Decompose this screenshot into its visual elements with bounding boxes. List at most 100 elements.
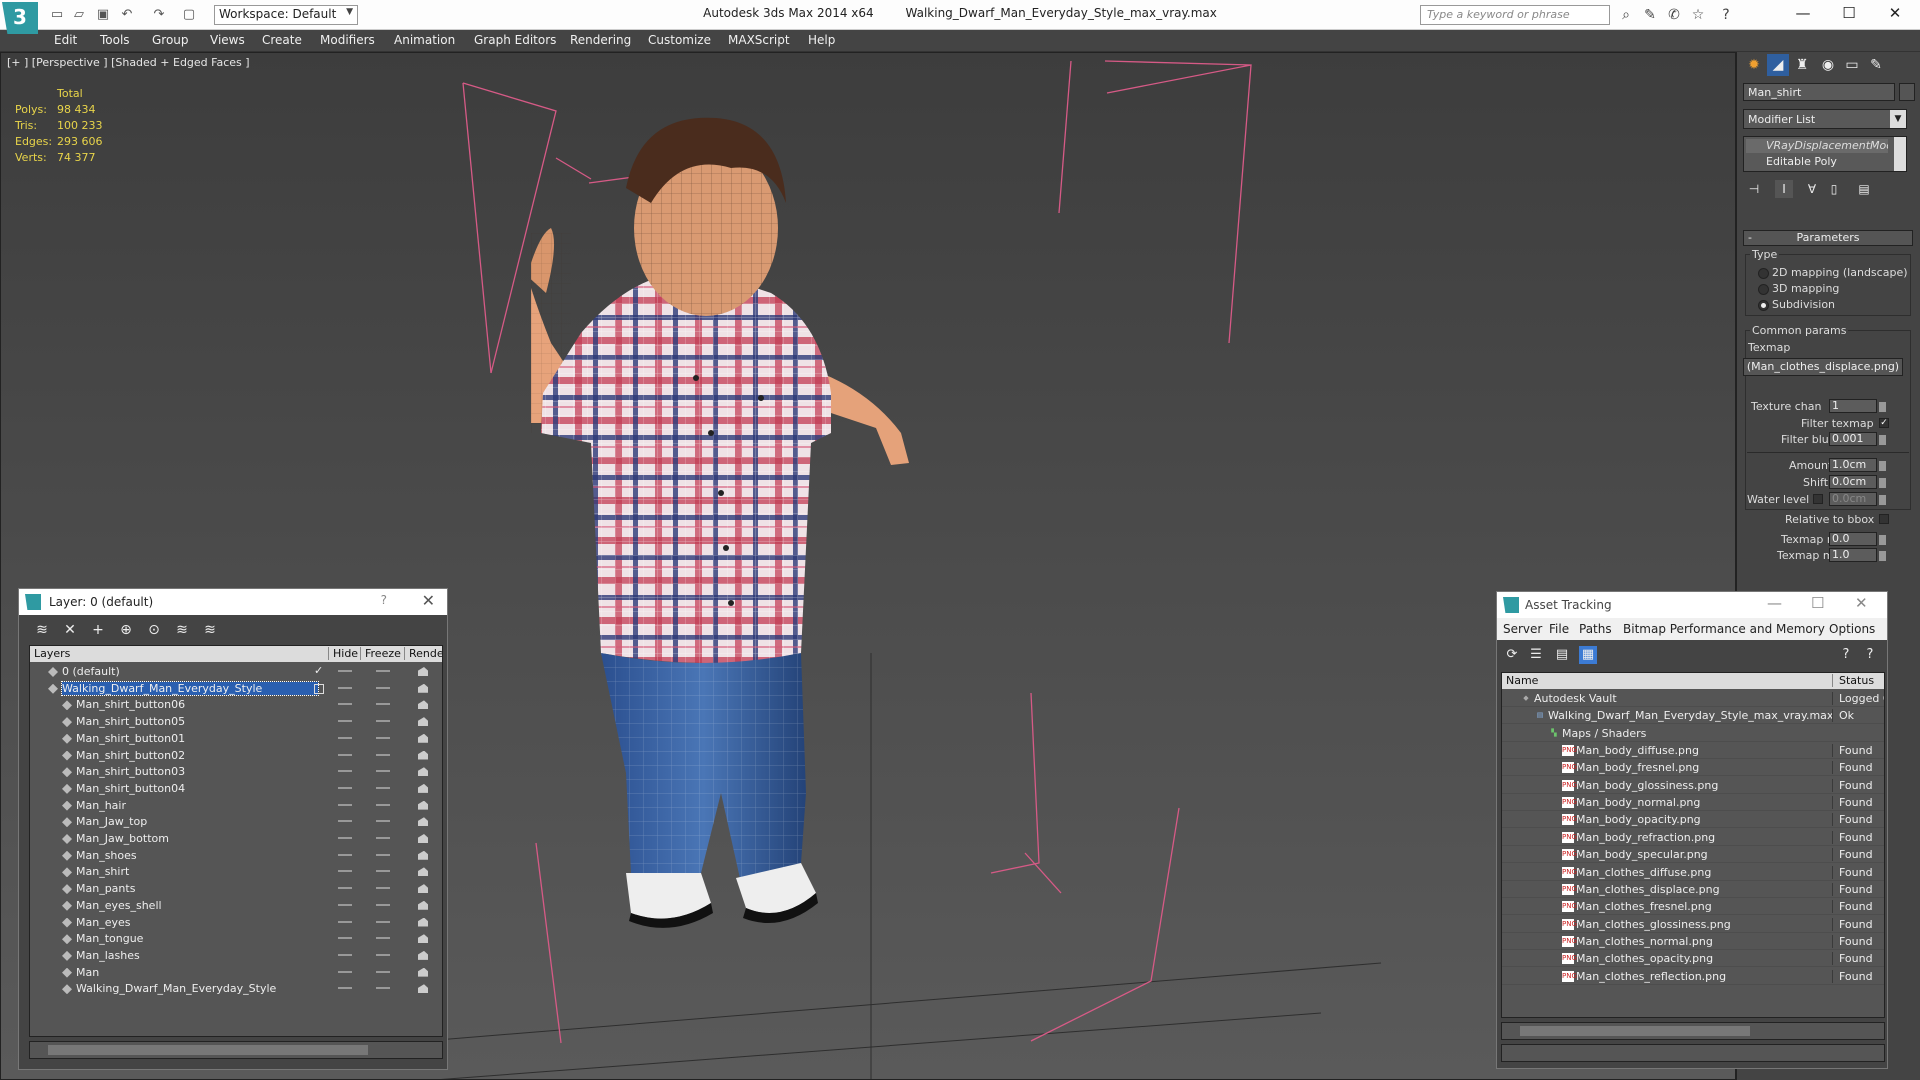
freeze-toggle[interactable] bbox=[376, 937, 390, 940]
radio-subdivision[interactable]: Subdivision bbox=[1758, 298, 1835, 311]
asset-row[interactable]: PNG Man_body_refraction.png Found bbox=[1502, 829, 1884, 846]
hide-toggle[interactable] bbox=[338, 770, 352, 773]
scroll-thumb[interactable] bbox=[48, 1045, 368, 1055]
freeze-toggle[interactable] bbox=[376, 887, 390, 890]
remove-modifier-icon[interactable]: ▯ bbox=[1825, 180, 1843, 198]
filter-blur-spinner[interactable]: 0.001 bbox=[1829, 432, 1886, 446]
freeze-toggle[interactable] bbox=[376, 837, 390, 839]
subscription-icon[interactable]: ✎ bbox=[1640, 5, 1660, 25]
menu-help[interactable]: Help bbox=[808, 33, 835, 47]
hide-toggle[interactable] bbox=[338, 903, 352, 906]
layer-name[interactable]: Man_shirt_button01 bbox=[76, 732, 185, 745]
layer-name[interactable]: Man_Jaw_bottom bbox=[76, 832, 169, 845]
layer-row[interactable]: Man_eyes bbox=[30, 915, 442, 931]
stack-scrollbar[interactable] bbox=[1894, 137, 1906, 171]
asset-row[interactable]: PNG Man_clothes_fresnel.png Found bbox=[1502, 898, 1884, 916]
layer-row[interactable]: Man_hair bbox=[30, 798, 442, 814]
parameters-rollout-header[interactable]: - Parameters bbox=[1743, 230, 1913, 246]
asset-row[interactable]: PNG Man_clothes_glossiness.png Found bbox=[1502, 916, 1884, 933]
hide-all-icon[interactable]: ≋ bbox=[173, 621, 191, 639]
hide-toggle[interactable] bbox=[338, 837, 352, 839]
column-freeze[interactable]: Freeze bbox=[360, 647, 401, 660]
freeze-toggle[interactable] bbox=[376, 987, 390, 990]
create-tab-icon[interactable]: ✹ bbox=[1743, 54, 1765, 76]
menu-views[interactable]: Views bbox=[210, 33, 245, 47]
render-teapot-icon[interactable] bbox=[418, 950, 428, 960]
layer-row[interactable]: Man_shirt_button01 bbox=[30, 731, 442, 747]
render-teapot-icon[interactable] bbox=[418, 884, 428, 894]
menu-customize[interactable]: Customize bbox=[648, 33, 711, 47]
render-teapot-icon[interactable] bbox=[418, 917, 428, 927]
motion-tab-icon[interactable]: ◉ bbox=[1817, 54, 1839, 76]
stack-item-editable-poly[interactable]: Editable Poly bbox=[1746, 155, 1837, 168]
render-teapot-icon[interactable] bbox=[418, 750, 428, 760]
asset-row[interactable]: ◆ Autodesk Vault Logged O bbox=[1502, 690, 1884, 707]
freeze-toggle[interactable] bbox=[376, 920, 390, 923]
column-hide[interactable]: Hide bbox=[328, 647, 358, 660]
render-teapot-icon[interactable] bbox=[418, 934, 428, 944]
menu-edit[interactable]: Edit bbox=[54, 33, 77, 47]
water-level-checkbox[interactable] bbox=[1813, 494, 1823, 504]
layer-row[interactable]: Man_lashes bbox=[30, 948, 442, 964]
radio-3d-mapping[interactable]: 3D mapping bbox=[1758, 282, 1839, 295]
column-layers[interactable]: Layers bbox=[34, 647, 70, 660]
texmap-max-spinner[interactable]: 1.0 bbox=[1829, 548, 1886, 562]
hierarchy-tab-icon[interactable]: ♜ bbox=[1791, 54, 1813, 76]
asset-row[interactable]: PNG Man_body_diffuse.png Found bbox=[1502, 742, 1884, 760]
asset-row[interactable]: PNG Man_body_glossiness.png Found bbox=[1502, 777, 1884, 794]
layer-row[interactable]: Man_Jaw_top bbox=[30, 814, 442, 830]
help-icon[interactable]: ? bbox=[1837, 646, 1855, 664]
asset-row[interactable]: PNG Man_body_opacity.png Found bbox=[1502, 811, 1884, 829]
asset-row[interactable]: ▚ Maps / Shaders bbox=[1502, 725, 1884, 742]
menu-rendering[interactable]: Rendering bbox=[570, 33, 631, 47]
menu-tools[interactable]: Tools bbox=[100, 33, 130, 47]
horizontal-scrollbar[interactable] bbox=[29, 1041, 443, 1059]
amount-spinner[interactable]: 1.0cm bbox=[1829, 458, 1886, 472]
object-color-swatch[interactable] bbox=[1899, 83, 1915, 101]
asset-menu-file[interactable]: File bbox=[1549, 622, 1569, 636]
minimize-icon[interactable]: — bbox=[1767, 594, 1782, 612]
close-button[interactable]: ✕ bbox=[1872, 0, 1918, 28]
asset-row[interactable]: PNG Man_clothes_reflection.png Found bbox=[1502, 968, 1884, 985]
hide-toggle[interactable] bbox=[338, 870, 352, 873]
search-input[interactable]: Type a keyword or phrase bbox=[1420, 5, 1610, 25]
highlight-selected-icon[interactable]: ⊙ bbox=[145, 621, 163, 639]
asset-row[interactable]: PNG Man_body_fresnel.png Found bbox=[1502, 759, 1884, 777]
hide-toggle[interactable] bbox=[338, 703, 352, 706]
show-end-result-icon[interactable]: I bbox=[1775, 180, 1793, 198]
delete-layer-icon[interactable]: ✕ bbox=[61, 621, 79, 639]
shift-spinner[interactable]: 0.0cm bbox=[1829, 475, 1886, 489]
utilities-tab-icon[interactable]: ✎ bbox=[1865, 54, 1887, 76]
render-teapot-icon[interactable] bbox=[418, 967, 428, 977]
layer-name[interactable]: Man_shoes bbox=[76, 849, 137, 862]
asset-row[interactable]: PNG Man_clothes_opacity.png Found bbox=[1502, 950, 1884, 968]
table-view-icon[interactable]: ▤ bbox=[1553, 646, 1571, 664]
render-teapot-icon[interactable] bbox=[418, 683, 428, 693]
add-to-layer-icon[interactable]: + bbox=[89, 621, 107, 639]
hide-toggle[interactable] bbox=[338, 920, 352, 923]
column-name[interactable]: Name bbox=[1506, 674, 1538, 687]
render-teapot-icon[interactable] bbox=[418, 783, 428, 793]
hide-toggle[interactable] bbox=[338, 937, 352, 940]
texture-chan-spinner[interactable]: 1 bbox=[1829, 399, 1886, 413]
grid-view-icon[interactable]: ▦ bbox=[1579, 646, 1597, 664]
layer-name[interactable]: Man_shirt_button06 bbox=[76, 698, 185, 711]
menu-maxscript[interactable]: MAXScript bbox=[728, 33, 790, 47]
render-teapot-icon[interactable] bbox=[418, 850, 428, 860]
layer-row[interactable]: Walking_Dwarf_Man_Everyday_Style bbox=[30, 680, 442, 697]
asset-panel-titlebar[interactable]: Asset Tracking — ☐ ✕ bbox=[1497, 592, 1887, 618]
filter-texmap-checkbox[interactable]: ✓ bbox=[1879, 418, 1889, 428]
asset-row[interactable]: PNG Man_body_specular.png Found bbox=[1502, 846, 1884, 864]
render-teapot-icon[interactable] bbox=[418, 717, 428, 727]
radio-2d-mapping[interactable]: 2D mapping (landscape) bbox=[1758, 266, 1908, 279]
hide-toggle[interactable] bbox=[338, 803, 352, 806]
layer-name[interactable]: Man_lashes bbox=[76, 949, 140, 962]
layer-row[interactable]: Man_shirt bbox=[30, 864, 442, 880]
hide-toggle[interactable] bbox=[338, 753, 352, 756]
menu-group[interactable]: Group bbox=[152, 33, 189, 47]
app-menu-button[interactable]: 3 bbox=[2, 2, 38, 34]
layer-row[interactable]: Man_tongue bbox=[30, 931, 442, 947]
asset-menu-paths[interactable]: Paths bbox=[1579, 622, 1612, 636]
texmap-min-spinner[interactable]: 0.0 bbox=[1829, 532, 1886, 546]
asset-menu-server[interactable]: Server bbox=[1503, 622, 1542, 636]
